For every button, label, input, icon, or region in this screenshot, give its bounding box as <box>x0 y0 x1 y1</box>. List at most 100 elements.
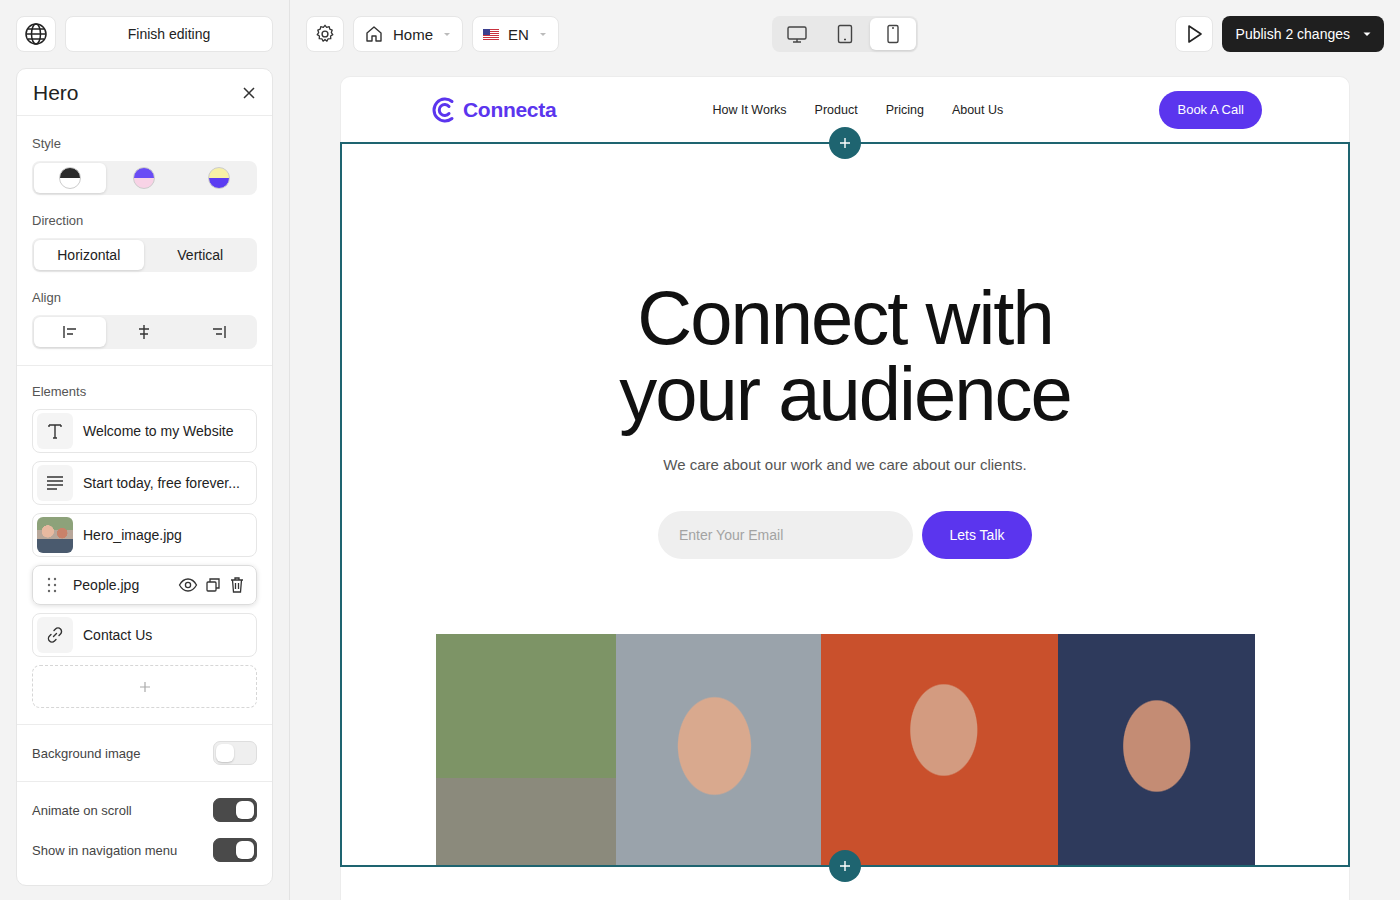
direction-option[interactable]: Horizontal <box>34 240 144 270</box>
elements-label: Elements <box>32 384 257 400</box>
image-thumbnail <box>37 517 73 553</box>
element-item[interactable]: Hero_image.jpg <box>32 513 257 557</box>
align-options <box>32 315 257 349</box>
device-button[interactable] <box>822 18 868 50</box>
add-section-below-button[interactable] <box>829 850 861 882</box>
align-right-icon <box>210 324 228 340</box>
add-section-above-button[interactable] <box>829 127 861 159</box>
nav-link[interactable]: How It Works <box>712 103 786 117</box>
elements-section: Elements Welcome to my Website Start today… <box>17 366 272 725</box>
finish-editing-button[interactable]: Finish editing <box>65 16 273 52</box>
element-icon-box <box>37 413 73 449</box>
toggle-row: Show in navigation menu <box>17 830 272 870</box>
style-option[interactable] <box>108 163 180 193</box>
nav-link[interactable]: Pricing <box>886 103 924 117</box>
panel-header: Hero <box>17 69 272 116</box>
plus-icon <box>839 860 851 872</box>
logo-text: Connecta <box>463 98 556 122</box>
hero-image <box>436 634 1255 865</box>
hero-title-line: Connect with <box>637 280 1052 356</box>
mobile-icon <box>885 24 901 44</box>
eye-icon[interactable] <box>178 577 198 593</box>
text-type-icon <box>46 422 64 440</box>
element-label: Contact Us <box>83 627 152 643</box>
nav-link[interactable]: About Us <box>952 103 1003 117</box>
element-icon-box <box>37 465 73 501</box>
style-swatch-icon <box>59 167 81 189</box>
element-item[interactable]: People.jpg <box>32 565 257 605</box>
site-editor: Finish editing Hero Style Direction Horizont… <box>0 0 1400 900</box>
caret-down-icon <box>1362 29 1372 39</box>
device-button[interactable] <box>774 18 820 50</box>
book-call-button[interactable]: Book A Call <box>1159 91 1262 129</box>
desktop-icon <box>786 24 808 44</box>
logo-icon <box>430 95 458 125</box>
toggle-switch[interactable] <box>213 798 257 822</box>
toggle-switch[interactable] <box>213 838 257 862</box>
elements-list: Welcome to my Website Start today, free f… <box>32 409 257 708</box>
toolbar: Home EN Publish 2 changes <box>306 16 1384 52</box>
align-left-icon <box>61 324 79 340</box>
align-label: Align <box>32 290 257 306</box>
page-dropdown[interactable]: Home <box>353 16 463 52</box>
tablet-icon <box>836 24 854 44</box>
publish-button[interactable]: Publish 2 changes <box>1222 16 1384 52</box>
language-code: EN <box>508 26 529 43</box>
trash-icon[interactable] <box>228 576 246 594</box>
toggle-label: Animate on scroll <box>32 803 132 818</box>
direction-label: Direction <box>32 213 257 229</box>
style-option[interactable] <box>34 163 106 193</box>
toggle-row: Background image <box>17 733 272 782</box>
toggle-label: Background image <box>32 746 140 761</box>
toolbar-left: Home EN <box>306 16 772 52</box>
drag-handle-icon[interactable] <box>45 576 59 594</box>
direction-option[interactable]: Vertical <box>146 240 256 270</box>
toggle-label: Show in navigation menu <box>32 843 177 858</box>
editor-main: Home EN Publish 2 changes Connecta How It Wo… <box>290 0 1400 900</box>
lets-talk-button[interactable]: Lets Talk <box>922 511 1032 559</box>
toggle-knob <box>236 801 254 819</box>
settings-button[interactable] <box>306 16 344 52</box>
element-icon-box <box>37 617 73 653</box>
element-icon-box <box>37 517 73 553</box>
style-option[interactable] <box>183 163 255 193</box>
style-section: Style <box>17 116 272 195</box>
site-logo[interactable]: Connecta <box>430 95 556 125</box>
align-option[interactable] <box>34 317 106 347</box>
sidebar: Finish editing Hero Style Direction Horizont… <box>0 0 290 900</box>
element-item[interactable]: Contact Us <box>32 613 257 657</box>
element-label: People.jpg <box>73 577 172 593</box>
page-name: Home <box>393 26 433 43</box>
duplicate-icon[interactable] <box>204 576 222 594</box>
hero-section[interactable]: Connect withyour audienceWe care about o… <box>340 142 1350 867</box>
add-element-button[interactable] <box>32 665 257 708</box>
style-swatch-icon <box>133 167 155 189</box>
element-item[interactable]: Start today, free forever... <box>32 461 257 505</box>
element-label: Hero_image.jpg <box>83 527 182 543</box>
close-button[interactable] <box>240 84 258 102</box>
link-icon <box>45 625 65 645</box>
play-icon <box>1184 23 1204 45</box>
nav-link[interactable]: Product <box>815 103 858 117</box>
canvas-area: Connecta How It Works Product Pricing About … <box>306 76 1384 900</box>
align-option[interactable] <box>183 317 255 347</box>
style-swatch-icon <box>208 167 230 189</box>
language-dropdown[interactable]: EN <box>472 16 559 52</box>
hero-title-line: your audience <box>619 356 1070 432</box>
direction-section: Direction HorizontalVertical <box>17 195 272 272</box>
panel-title: Hero <box>33 81 79 105</box>
page-preview: Connecta How It Works Product Pricing About … <box>340 76 1350 900</box>
toggle-knob <box>216 744 234 762</box>
align-option[interactable] <box>108 317 180 347</box>
toggle-knob <box>236 841 254 859</box>
toggle-settings: Background image Animate on scroll Show in… <box>17 725 272 876</box>
email-input[interactable] <box>658 511 913 559</box>
site-button[interactable] <box>16 16 56 52</box>
toggle-switch[interactable] <box>213 741 257 765</box>
hero-content: Connect withyour audienceWe care about o… <box>342 144 1348 865</box>
chevron-down-icon <box>538 29 548 39</box>
plus-icon <box>139 681 151 693</box>
preview-button[interactable] <box>1175 16 1213 52</box>
element-item[interactable]: Welcome to my Website <box>32 409 257 453</box>
device-button[interactable] <box>870 18 916 50</box>
